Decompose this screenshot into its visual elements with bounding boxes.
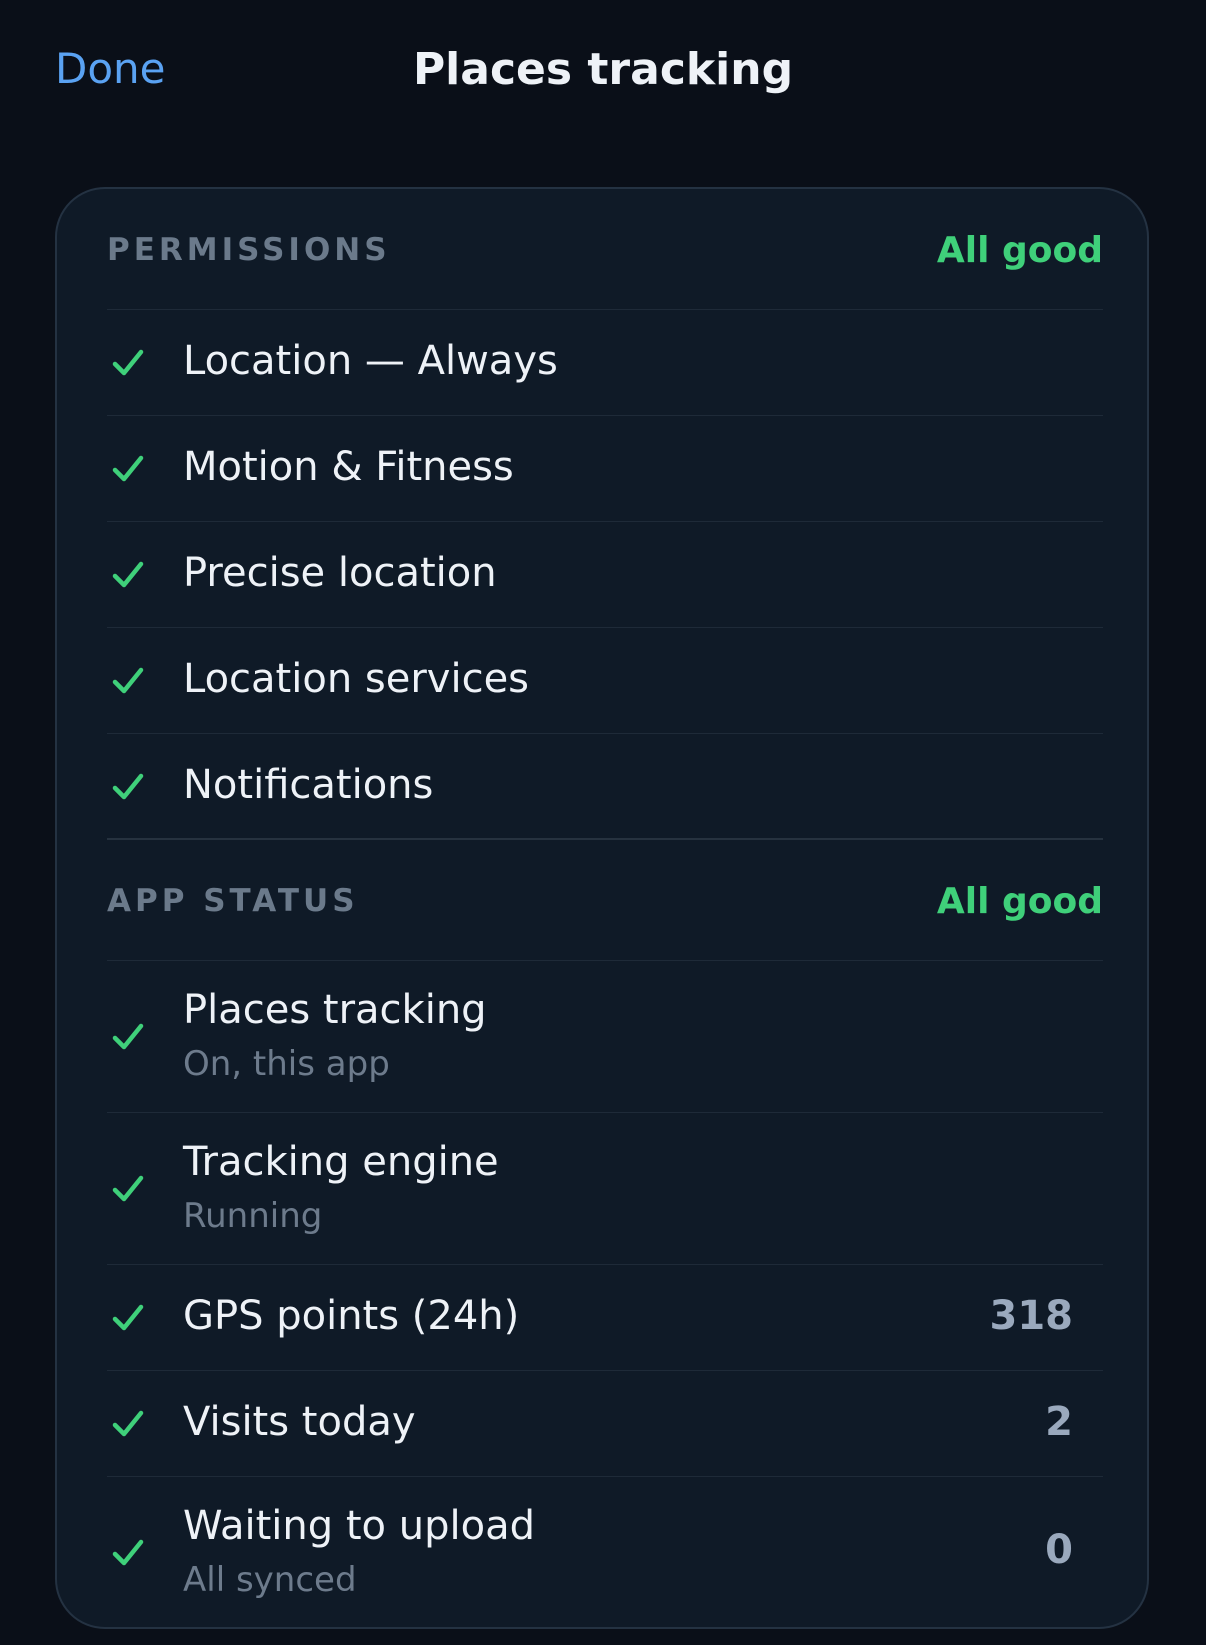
permission-row-location-services[interactable]: Location services xyxy=(107,628,1103,734)
permission-row-precise-location[interactable]: Precise location xyxy=(107,522,1103,628)
status-title: Tracking engine xyxy=(183,1139,499,1185)
status-row-gps-points[interactable]: GPS points (24h) 318 xyxy=(107,1265,1103,1371)
permission-row-location-always[interactable]: Location — Always xyxy=(107,310,1103,416)
gps-points-count: 318 xyxy=(989,1293,1074,1339)
permission-title: Location services xyxy=(183,656,530,702)
permissions-header: PERMISSIONS All good xyxy=(107,189,1103,310)
check-icon xyxy=(111,346,145,380)
status-row-visits-today[interactable]: Visits today 2 xyxy=(107,1371,1103,1477)
check-icon xyxy=(111,1536,145,1570)
visits-today-count: 2 xyxy=(1045,1399,1073,1445)
check-icon xyxy=(111,452,145,486)
status-card: PERMISSIONS All good Location — Always M… xyxy=(55,187,1149,1629)
navigation-bar: Done Places tracking xyxy=(0,0,1206,150)
permission-title: Motion & Fitness xyxy=(183,444,514,490)
status-title: GPS points (24h) xyxy=(183,1293,520,1339)
page-title: Places tracking xyxy=(412,44,794,95)
check-icon xyxy=(111,664,145,698)
check-icon xyxy=(111,1020,145,1054)
permissions-status-badge: All good xyxy=(936,230,1103,271)
status-card-content: PERMISSIONS All good Location — Always M… xyxy=(107,189,1103,1627)
permission-row-motion-fitness[interactable]: Motion & Fitness xyxy=(107,416,1103,522)
app-status-section-label: APP STATUS xyxy=(107,883,359,919)
check-icon xyxy=(111,1172,145,1206)
status-row-places-tracking[interactable]: Places tracking On, this app xyxy=(107,961,1103,1113)
app-status-badge: All good xyxy=(936,881,1103,922)
permission-row-notifications[interactable]: Notifications xyxy=(107,734,1103,840)
status-subtitle: On, this app xyxy=(183,1044,390,1084)
status-title: Visits today xyxy=(183,1399,416,1445)
permission-title: Location — Always xyxy=(183,338,558,384)
status-row-tracking-engine[interactable]: Tracking engine Running xyxy=(107,1113,1103,1265)
check-icon xyxy=(111,1407,145,1441)
check-icon xyxy=(111,770,145,804)
places-tracking-screen: Done Places tracking PERMISSIONS All goo… xyxy=(0,0,1206,1645)
status-subtitle: Running xyxy=(183,1196,323,1236)
upload-queue-count: 0 xyxy=(1045,1527,1073,1573)
status-title: Places tracking xyxy=(183,987,487,1033)
check-icon xyxy=(111,1301,145,1335)
app-status-header: APP STATUS All good xyxy=(107,840,1103,961)
status-row-waiting-to-upload[interactable]: Waiting to upload All synced 0 xyxy=(107,1477,1103,1627)
permission-title: Notifications xyxy=(183,762,434,808)
status-subtitle: All synced xyxy=(183,1560,357,1600)
permission-title: Precise location xyxy=(183,550,497,596)
status-title: Waiting to upload xyxy=(183,1503,535,1549)
check-icon xyxy=(111,558,145,592)
permissions-section-label: PERMISSIONS xyxy=(107,232,391,268)
